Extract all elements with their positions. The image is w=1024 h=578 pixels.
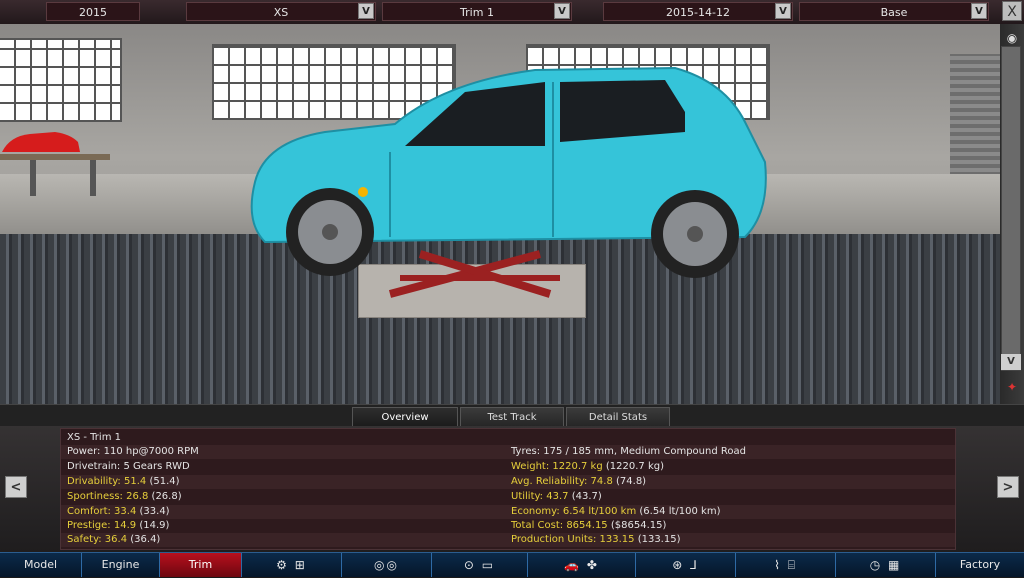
stat-tyres: Tyres: 175 / 185 mm, Medium Compound Roa…	[511, 446, 746, 457]
next-button[interactable]: >	[997, 476, 1019, 498]
nav-wheels[interactable]: ◎◎	[342, 553, 432, 577]
view-scrollbar[interactable]	[1001, 46, 1021, 371]
steering-seat-icon: ⊛ ⅃	[672, 558, 699, 572]
stat-value: Total Cost: 8654.15	[511, 520, 608, 531]
rotate-view-icon[interactable]: ✦	[1002, 380, 1022, 398]
model-select[interactable]: XS	[186, 2, 376, 21]
stat-prev: (6.54 lt/100 km)	[639, 506, 721, 517]
stat-value: Comfort: 33.4	[67, 506, 137, 517]
stat-production-units: Production Units: 133.15 (133.15)	[511, 533, 680, 547]
stat-prestige: Prestige: 14.9 (14.9)	[67, 519, 169, 533]
stat-prev: ($8654.15)	[610, 520, 667, 531]
close-button[interactable]: X	[1002, 1, 1022, 21]
stat-prev: (33.4)	[139, 506, 170, 517]
wheels-icon: ◎◎	[374, 558, 399, 572]
stat-drivability: Drivability: 51.4 (51.4)	[67, 475, 180, 489]
nav-trim[interactable]: Trim	[160, 553, 242, 577]
stat-value: Avg. Reliability: 74.8	[511, 476, 613, 487]
stat-sportiness: Sportiness: 26.8 (26.8)	[67, 490, 182, 504]
stripe	[61, 533, 955, 547]
variant-select[interactable]: Base	[799, 2, 989, 21]
bottom-nav: Model Engine Trim ⚙ ⊞ ◎◎ ⊙ ▭ 🚗 ✤ ⊛ ⅃ ⌇ ⌸…	[0, 552, 1024, 577]
garage-window-left	[0, 38, 122, 122]
stat-prev: (74.8)	[616, 476, 647, 487]
car-model[interactable]	[245, 62, 775, 282]
stat-prev: (133.15)	[637, 534, 681, 545]
suspension-icon: ⌇ ⌸	[774, 558, 797, 572]
stat-value: Prestige: 14.9	[67, 520, 137, 531]
nav-model[interactable]: Model	[0, 553, 82, 577]
nav-factory[interactable]: Factory	[936, 553, 1024, 577]
stat-value: Safety: 36.4	[67, 534, 128, 545]
date-select[interactable]: 2015-14-12	[603, 2, 793, 21]
stats-table: XS - Trim 1 Power: 110 hp@7000 RPM Drive…	[60, 428, 956, 550]
stat-prev: (36.4)	[130, 534, 161, 545]
year-field[interactable]: 2015	[46, 2, 140, 21]
checkered-flag-icon: ◷ ▦	[869, 558, 902, 572]
previous-button[interactable]: <	[5, 476, 27, 498]
top-bar: 2015 XS V Trim 1 V 2015-14-12 V Base V X	[0, 0, 1024, 25]
chassis-icon: ⊙ ▭	[463, 558, 496, 572]
stripe	[61, 475, 955, 489]
stat-comfort: Comfort: 33.4 (33.4)	[67, 505, 170, 519]
stat-prev: (51.4)	[149, 476, 180, 487]
nav-body[interactable]: 🚗 ✤	[528, 553, 636, 577]
stat-total-cost: Total Cost: 8654.15 ($8654.15)	[511, 519, 666, 533]
background-car	[0, 132, 110, 196]
stat-prev: (1220.7 kg)	[605, 461, 665, 472]
info-tabs: Overview Test Track Detail Stats	[0, 404, 1024, 427]
nav-interior[interactable]: ⊛ ⅃	[636, 553, 736, 577]
stat-drivetrain: Drivetrain: 5 Gears RWD	[67, 461, 190, 472]
stat-value: Economy: 6.54 lt/100 km	[511, 506, 637, 517]
stat-value: Sportiness: 26.8	[67, 491, 149, 502]
scroll-down-button[interactable]: V	[1001, 354, 1021, 370]
car-body-icon: 🚗 ✤	[564, 558, 599, 572]
tab-detail-stats[interactable]: Detail Stats	[566, 407, 670, 427]
nav-chassis[interactable]: ⊙ ▭	[432, 553, 528, 577]
camera-icon[interactable]: ◉	[1002, 30, 1022, 46]
nav-engine[interactable]: Engine	[82, 553, 160, 577]
nav-suspension[interactable]: ⌇ ⌸	[736, 553, 836, 577]
stat-prev: (43.7)	[571, 491, 602, 502]
nav-testing[interactable]: ◷ ▦	[836, 553, 936, 577]
stat-value: Drivability: 51.4	[67, 476, 147, 487]
tab-overview[interactable]: Overview	[352, 407, 458, 427]
stat-safety: Safety: 36.4 (36.4)	[67, 533, 160, 547]
variant-dropdown-button[interactable]: V	[971, 3, 987, 19]
trim-dropdown-button[interactable]: V	[554, 3, 570, 19]
stat-value: Production Units: 133.15	[511, 534, 635, 545]
stat-value: Utility: 43.7	[511, 491, 569, 502]
trim-select[interactable]: Trim 1	[382, 2, 572, 21]
stat-prev: (14.9)	[139, 520, 170, 531]
gearbox-icon: ⚙ ⊞	[276, 558, 307, 572]
stat-value: Weight: 1220.7 kg	[511, 461, 603, 472]
date-dropdown-button[interactable]: V	[775, 3, 791, 19]
garage-viewport[interactable]	[0, 24, 1000, 404]
stat-power: Power: 110 hp@7000 RPM	[67, 446, 199, 457]
stat-utility: Utility: 43.7 (43.7)	[511, 490, 602, 504]
nav-gearbox[interactable]: ⚙ ⊞	[242, 553, 342, 577]
stat-reliability: Avg. Reliability: 74.8 (74.8)	[511, 475, 646, 489]
stat-weight: Weight: 1220.7 kg (1220.7 kg)	[511, 460, 664, 474]
model-dropdown-button[interactable]: V	[358, 3, 374, 19]
stats-title: XS - Trim 1	[67, 432, 121, 443]
tab-test-track[interactable]: Test Track	[460, 407, 564, 427]
overview-panel: XS - Trim 1 Power: 110 hp@7000 RPM Drive…	[0, 426, 1024, 552]
stat-prev: (26.8)	[151, 491, 182, 502]
stat-economy: Economy: 6.54 lt/100 km (6.54 lt/100 km)	[511, 505, 721, 519]
stripe	[61, 505, 955, 519]
